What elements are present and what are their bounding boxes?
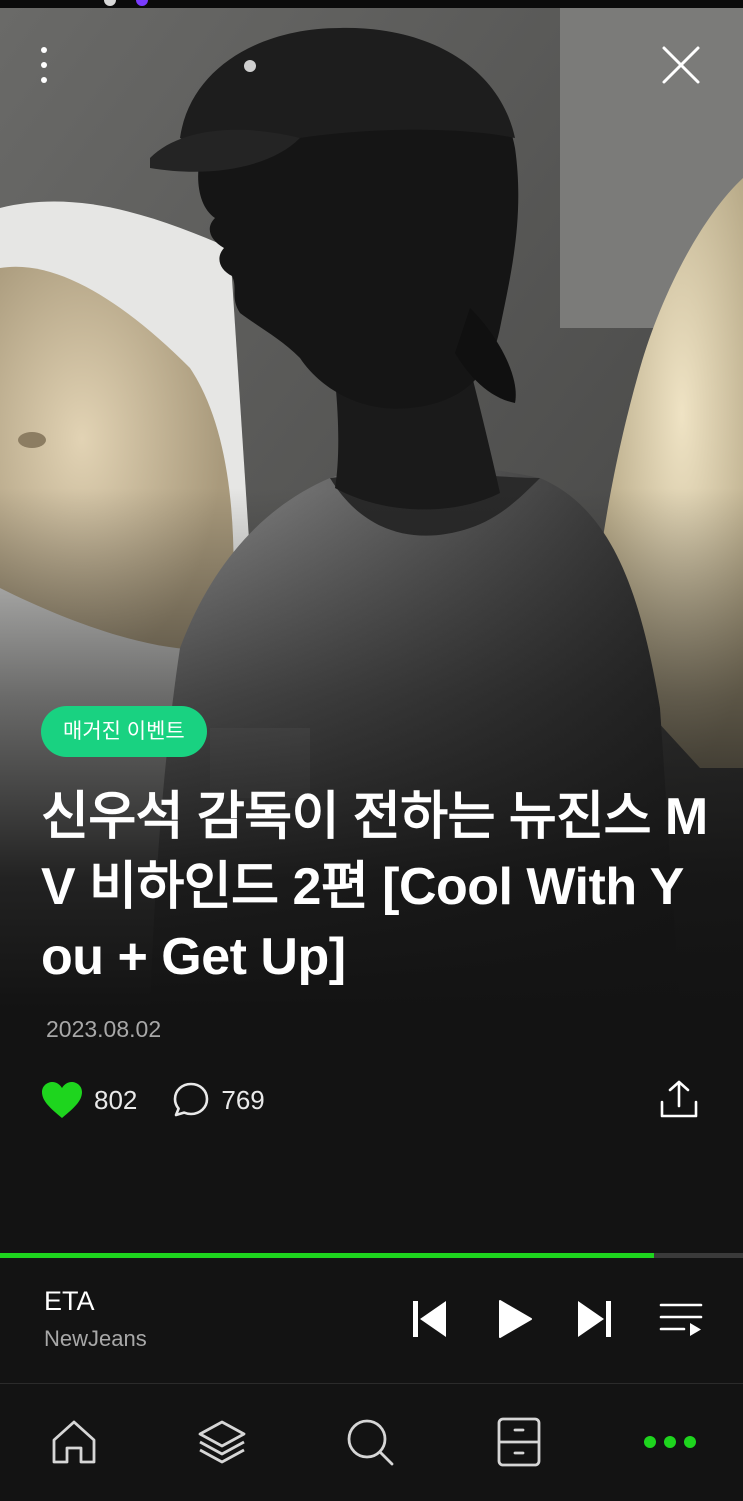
- more-horizontal-icon-dot: [664, 1436, 676, 1448]
- layers-icon: [198, 1420, 246, 1464]
- play-icon: [499, 1300, 532, 1338]
- close-icon: [662, 46, 700, 84]
- nav-library[interactable]: [489, 1412, 549, 1472]
- comment-count: 769: [221, 1084, 265, 1115]
- next-button[interactable]: [572, 1296, 618, 1342]
- more-horizontal-icon: [644, 1436, 656, 1448]
- bottom-navigation: [0, 1384, 743, 1501]
- play-button[interactable]: [491, 1296, 537, 1342]
- like-count: 802: [94, 1084, 138, 1115]
- mini-player[interactable]: ETA NewJeans: [0, 1258, 743, 1383]
- more-vertical-icon: [41, 47, 47, 53]
- nav-browse[interactable]: [192, 1412, 252, 1472]
- heart-icon: [42, 1082, 82, 1118]
- nav-home[interactable]: [44, 1412, 104, 1472]
- share-icon: [660, 1080, 698, 1118]
- category-badge[interactable]: 매거진 이벤트: [41, 706, 207, 757]
- status-icon: [104, 0, 116, 6]
- article-title: 신우석 감독이 전하는 뉴진스 MV 비하인드 2편 [Cool With Yo…: [41, 788, 708, 986]
- skip-previous-icon: [413, 1301, 446, 1337]
- article-stats: 802 769: [40, 1078, 265, 1122]
- nav-search[interactable]: [340, 1412, 400, 1472]
- home-icon: [52, 1420, 96, 1464]
- nav-more[interactable]: [640, 1412, 700, 1472]
- more-vertical-icon-dot: [41, 62, 47, 68]
- song-title: ETA: [44, 1286, 95, 1316]
- like-button[interactable]: 802: [40, 1080, 137, 1120]
- comment-button[interactable]: 769: [171, 1080, 265, 1120]
- more-options-button[interactable]: [26, 40, 62, 90]
- song-artist: NewJeans: [44, 1326, 147, 1351]
- article-date: 2023.08.02: [46, 1016, 162, 1042]
- more-vertical-icon-dot: [41, 77, 47, 83]
- status-bar: [0, 0, 743, 8]
- search-icon: [347, 1419, 394, 1466]
- close-button[interactable]: [658, 42, 704, 88]
- skip-next-icon: [578, 1301, 611, 1337]
- more-horizontal-icon-dot: [684, 1436, 696, 1448]
- status-icon: [136, 0, 148, 6]
- previous-button[interactable]: [406, 1296, 452, 1342]
- comment-icon: [174, 1082, 209, 1117]
- playlist-icon: [659, 1303, 703, 1336]
- magazine-article-screen: 매거진 이벤트 신우석 감독이 전하는 뉴진스 MV 비하인드 2편 [Cool…: [0, 0, 743, 1501]
- playlist-button[interactable]: [658, 1296, 704, 1342]
- share-button[interactable]: [656, 1078, 702, 1122]
- drawer-icon: [497, 1417, 541, 1467]
